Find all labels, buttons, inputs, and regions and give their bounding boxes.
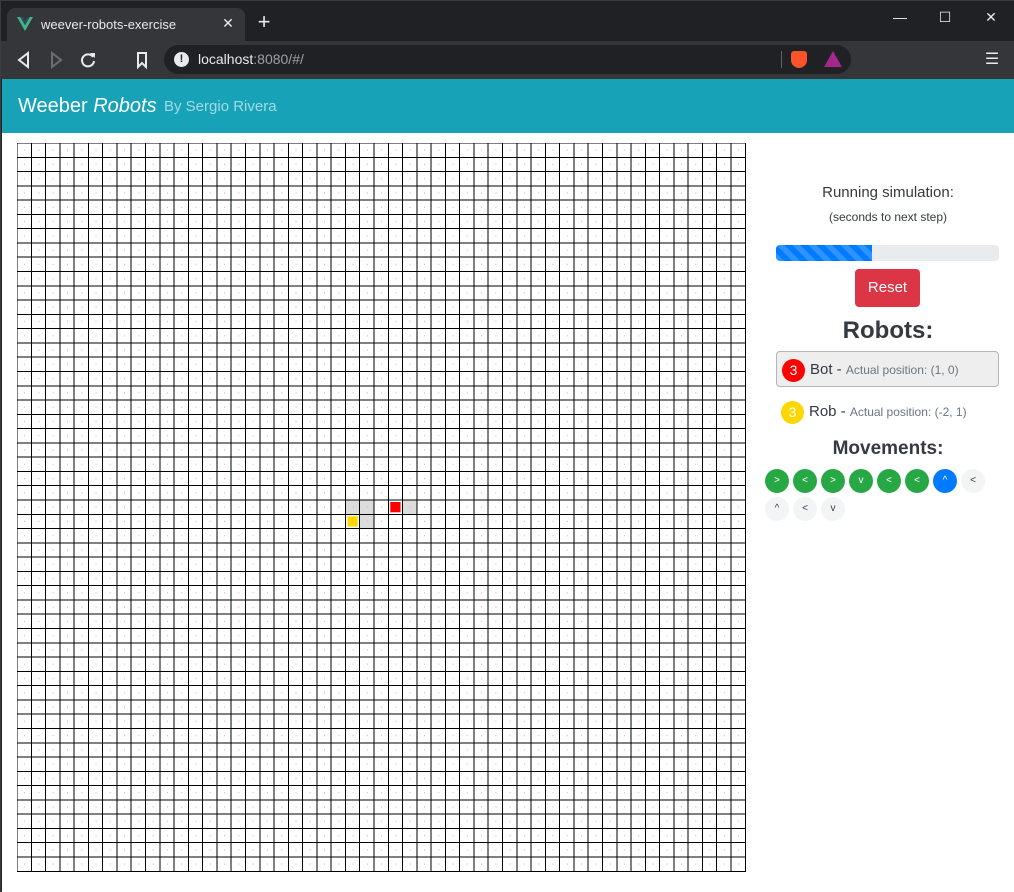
robot-marker-bot [390,502,401,513]
robot-item-rob[interactable]: 3 Rob - Actual position: (-2, 1) [776,394,999,430]
movements-title: Movements: [832,438,944,459]
movement-chip: ^ [933,469,957,493]
robot-label: Rob - Actual position: (-2, 1) [809,403,967,420]
movement-chip: < [793,497,817,521]
robot-badge: 3 [782,359,805,382]
browser-toolbar: ! localhost:8080/#/ ☰ [1,41,1014,79]
robots-title: Robots: [842,317,934,344]
robot-marker-rob [347,516,358,527]
visited-cell [359,514,374,529]
movement-chip: < [793,469,817,493]
movement-chip: v [821,497,845,521]
tab-title: weever-robots-exercise [41,17,177,32]
browser-window: weever-robots-exercise ✕ + — ☐ ✕ ! local… [0,0,1014,892]
menu-icon[interactable]: ☰ [984,50,1000,70]
visited-cell [359,500,374,515]
reload-icon[interactable] [77,49,99,71]
browser-tab[interactable]: weever-robots-exercise ✕ [7,8,245,41]
tab-close-icon[interactable]: ✕ [219,14,237,32]
forward-icon[interactable] [45,49,67,71]
movement-chip: > [821,469,845,493]
back-icon[interactable] [13,49,35,71]
robot-grid[interactable] [17,143,746,872]
url-text: localhost:8080/#/ [198,51,304,67]
bat-icon[interactable] [824,51,842,67]
brave-shield-icon[interactable] [791,51,807,68]
new-tab-button[interactable]: + [254,11,274,33]
step-progress-bar [776,245,872,261]
address-bar[interactable]: ! localhost:8080/#/ [164,45,851,74]
robot-label: Bot - Actual position: (1, 0) [810,361,959,378]
step-progress [776,245,999,261]
simulation-title: Running simulation: [822,184,954,201]
minimize-button[interactable]: — [885,7,915,27]
vue-logo-icon [17,17,33,31]
maximize-button[interactable]: ☐ [930,7,960,27]
robot-badge: 3 [781,401,804,424]
window-close-button[interactable]: ✕ [976,7,1006,27]
robot-position: Actual position: (-2, 1) [849,405,967,419]
visited-cell [345,500,360,515]
movement-chip: > [765,469,789,493]
brand-title[interactable]: Weeber Robots [18,95,157,118]
tab-bar: weever-robots-exercise ✕ + — ☐ ✕ [1,1,1014,41]
divider [781,51,782,68]
reset-button[interactable]: Reset [855,269,920,307]
info-icon[interactable]: ! [174,52,189,67]
simulation-subtitle: (seconds to next step) [828,210,948,224]
robot-item-bot[interactable]: 3 Bot - Actual position: (1, 0) [776,351,999,387]
side-panel: Running simulation: (seconds to next ste… [762,133,1014,873]
author-label: By Sergio Rivera [164,98,277,115]
movement-chip: < [905,469,929,493]
movement-chip: < [877,469,901,493]
movement-chip: < [961,469,985,493]
robot-position: Actual position: (1, 0) [845,363,959,377]
app-navbar: Weeber Robots By Sergio Rivera [2,79,1014,133]
bookmark-icon[interactable] [131,49,153,71]
movement-chip: v [849,469,873,493]
page-content: Weeber Robots By Sergio Rivera Running s… [2,79,1014,892]
movement-chip: ^ [765,497,789,521]
